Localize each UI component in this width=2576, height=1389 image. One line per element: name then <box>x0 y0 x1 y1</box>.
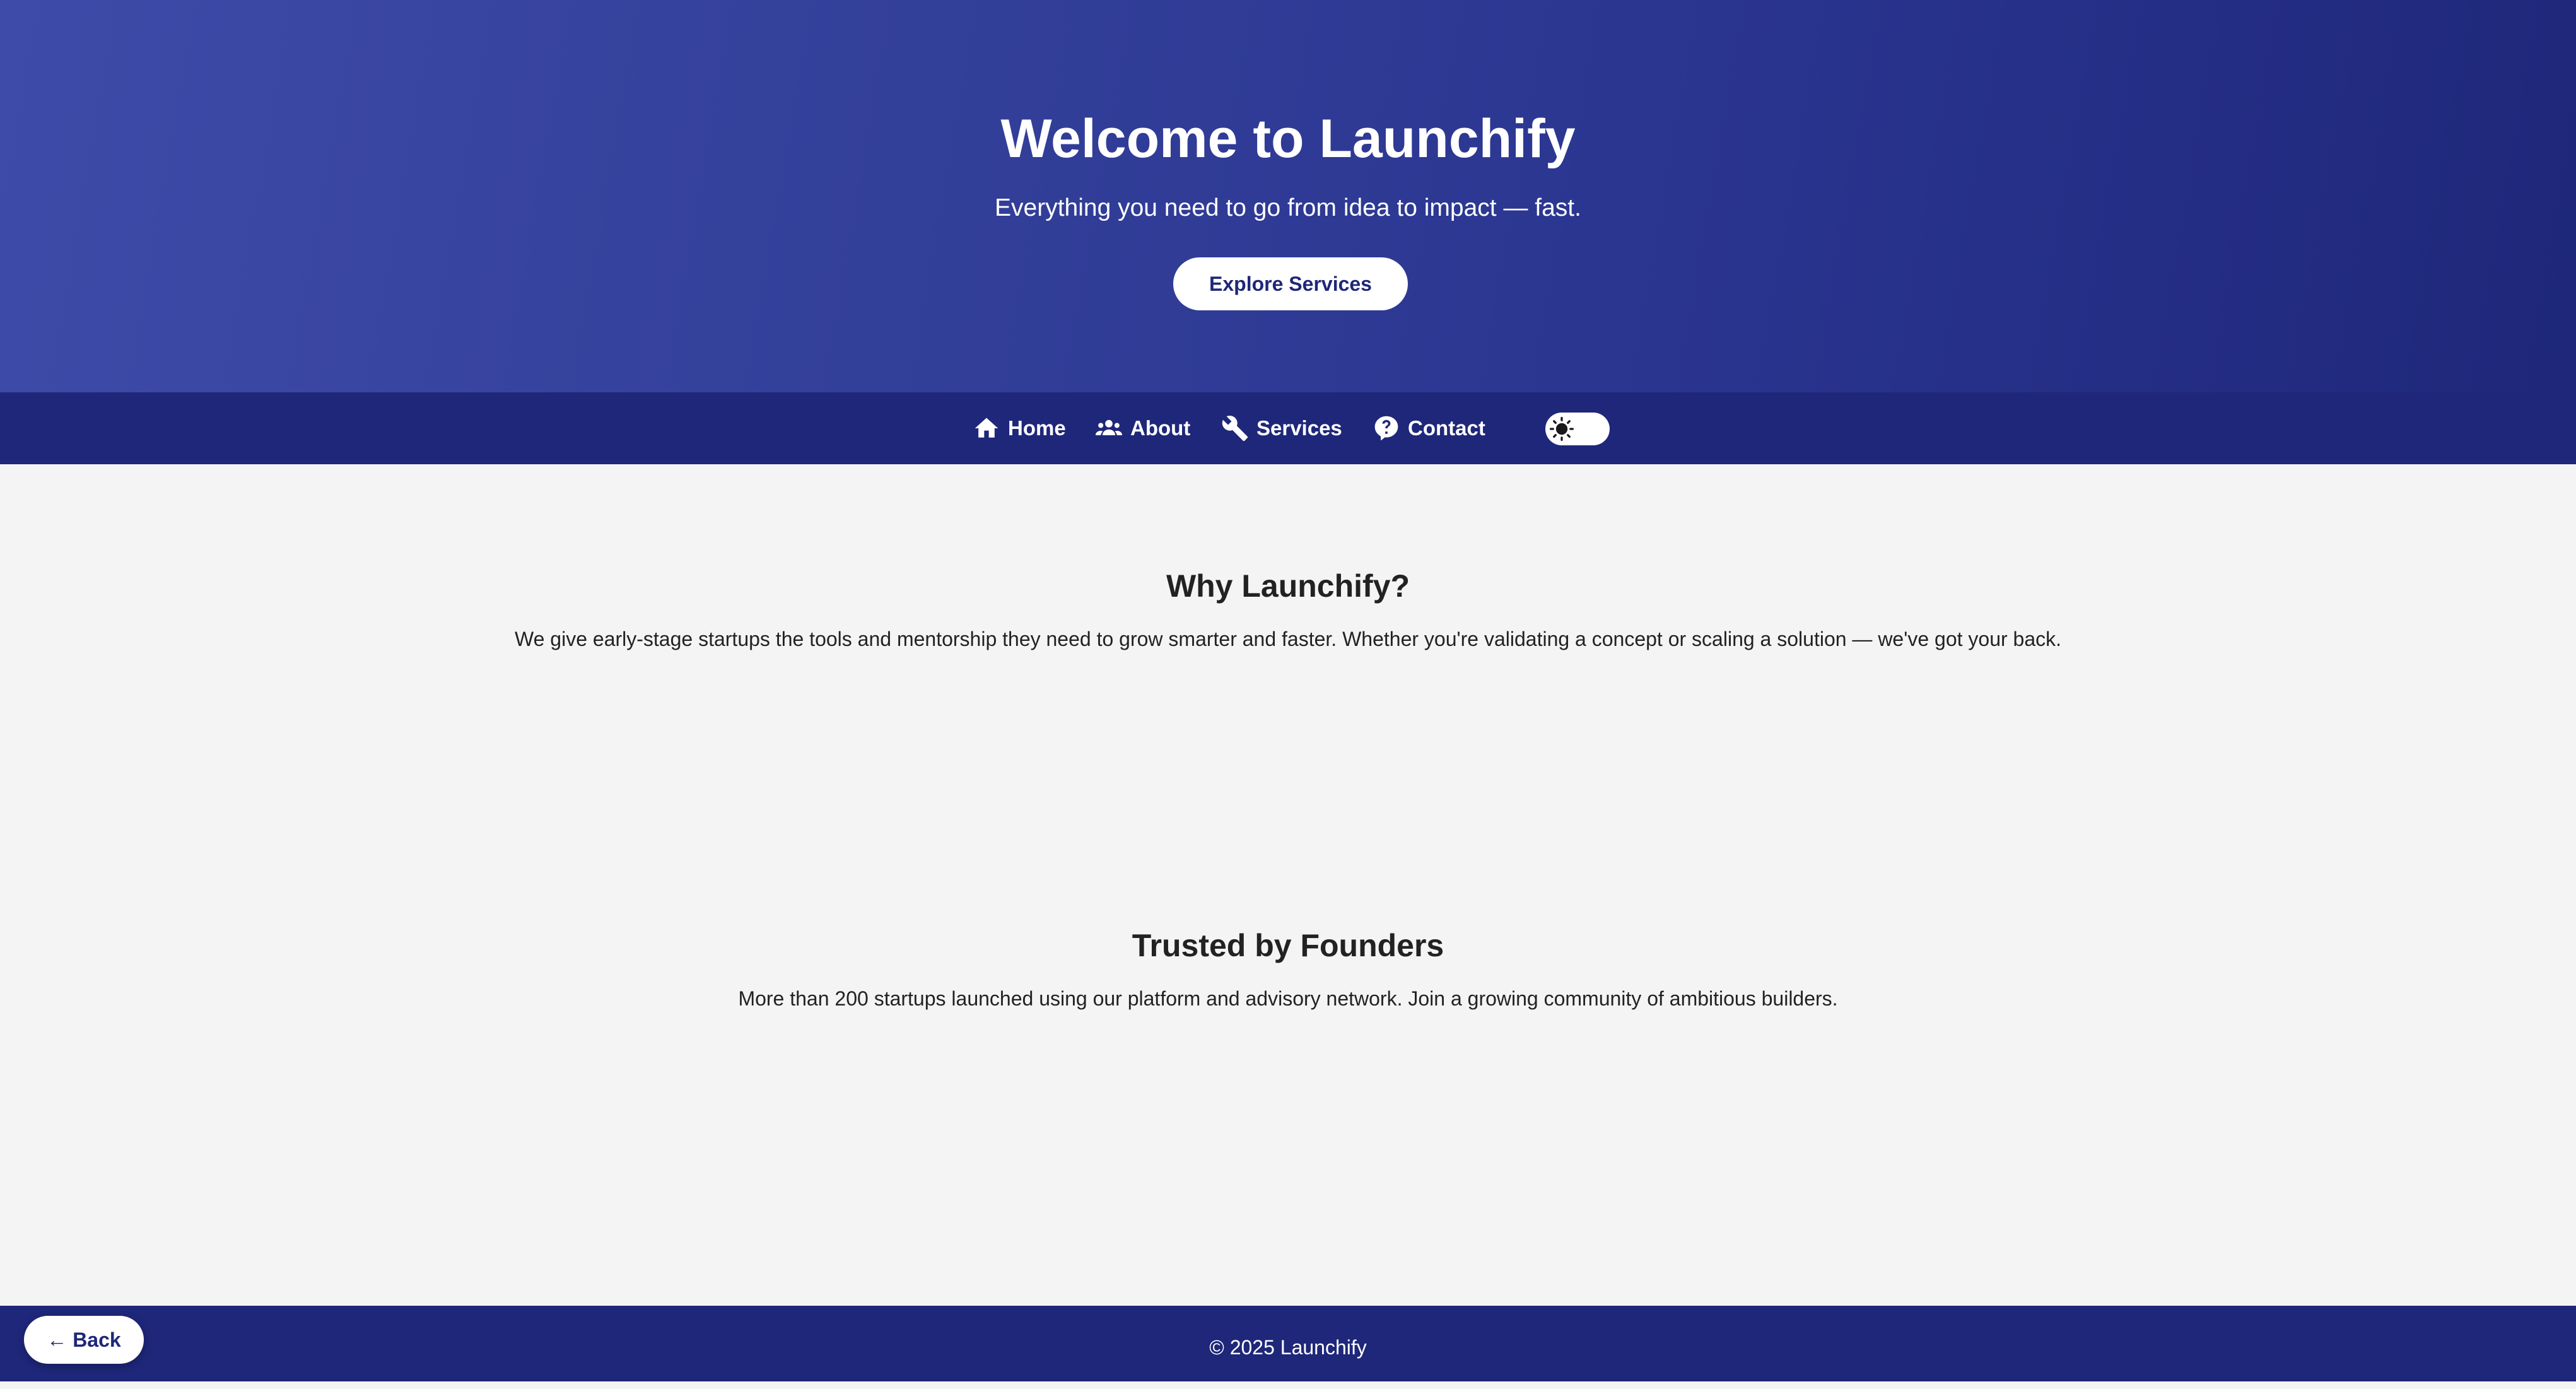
main-navigation: Home About Services Contact <box>0 392 2576 464</box>
nav-item-about[interactable]: About <box>1095 392 1190 464</box>
nav-item-label: Contact <box>1408 416 1485 440</box>
why-launchify-section: Why Launchify? We give early-stage start… <box>0 563 2576 654</box>
nav-item-label: About <box>1130 416 1191 440</box>
section-title: Trusted by Founders <box>1132 928 1444 963</box>
hero-banner: Welcome to Launchify Everything you need… <box>0 0 2576 392</box>
nav-item-home[interactable]: Home <box>973 392 1066 464</box>
explore-services-button[interactable]: Explore Services <box>1173 257 1408 310</box>
sun-icon <box>1549 416 1575 442</box>
hero-title: Welcome to Launchify <box>1000 108 1576 169</box>
nav-item-label: Home <box>1008 416 1066 440</box>
back-button[interactable]: ← Back <box>24 1316 144 1364</box>
help-icon <box>1374 416 1398 441</box>
copyright-text: © 2025 Launchify <box>1209 1336 1367 1359</box>
nav-item-contact[interactable]: Contact <box>1373 392 1485 464</box>
section-text: We give early-stage startups the tools a… <box>514 628 2062 650</box>
nav-item-services[interactable]: Services <box>1221 392 1342 464</box>
footer: © 2025 Launchify <box>0 1306 2576 1381</box>
wrench-icon <box>1222 416 1248 442</box>
section-title: Why Launchify? <box>1166 568 1410 604</box>
theme-toggle[interactable] <box>1545 413 1610 445</box>
people-icon <box>1095 419 1123 435</box>
home-icon <box>975 418 998 438</box>
nav-item-label: Services <box>1256 416 1342 440</box>
section-text: More than 200 startups launched using ou… <box>738 987 1838 1010</box>
trusted-by-founders-section: Trusted by Founders More than 200 startu… <box>0 923 2576 1014</box>
hero-subtitle: Everything you need to go from idea to i… <box>995 194 1581 221</box>
